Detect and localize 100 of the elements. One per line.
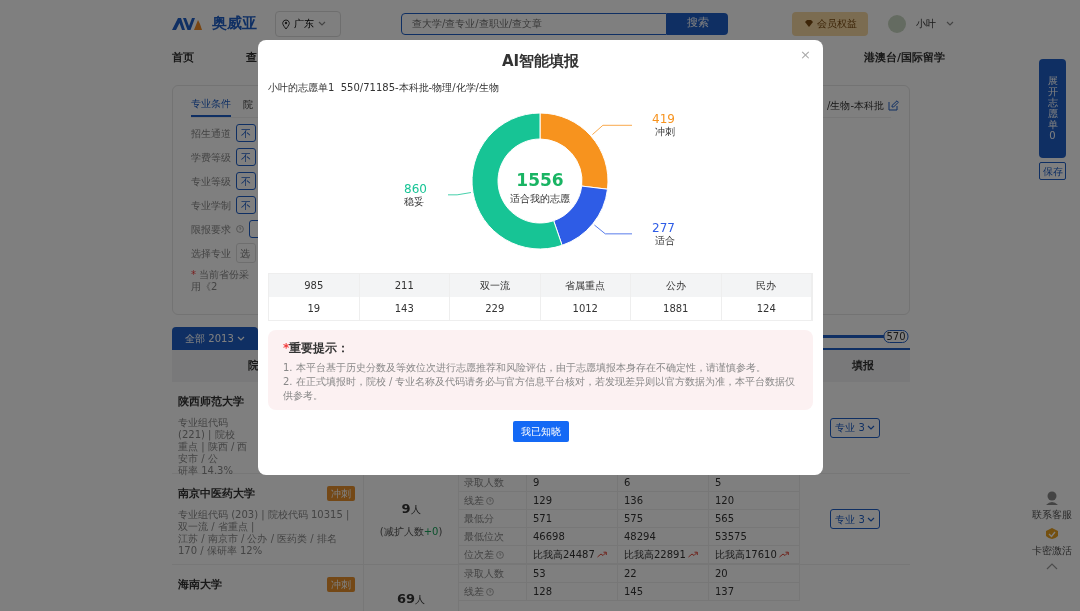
person-icon <box>1045 490 1059 505</box>
slider-thumb[interactable]: 570 <box>883 330 909 343</box>
badge-check-icon <box>1045 527 1059 541</box>
location-dropdown[interactable]: 广东 <box>275 10 341 37</box>
filter-tab[interactable]: 专业条件 <box>191 92 231 117</box>
stat-value: 129 <box>533 494 553 508</box>
column-header: 填报 <box>852 357 874 374</box>
location-pin-icon <box>282 18 290 29</box>
stat-value: 比我高22891 <box>624 548 686 562</box>
major-select-field[interactable]: 选 <box>236 243 256 263</box>
table-cell: 229 <box>450 297 541 320</box>
notice-text: 1. 本平台基于历史分数及等效位次进行志愿推荐和风险评估，由于志愿填报本身存在不确定性，请谨慎参考。 <box>283 361 767 375</box>
filter-tab[interactable]: 院 <box>243 93 253 116</box>
stat-value: 145 <box>624 585 644 599</box>
plan-change: (减扩人数+0) <box>379 525 443 540</box>
column-header: 双一流 <box>450 274 541 297</box>
chevron-icon <box>318 20 326 27</box>
major-button[interactable]: 专业 3 <box>830 417 880 438</box>
stat-value: 128 <box>533 585 553 599</box>
leader-line <box>447 192 472 196</box>
stat-value: 565 <box>715 512 735 526</box>
filter-option-button[interactable]: 不 <box>236 196 256 214</box>
stat-value: 137 <box>715 585 735 599</box>
stat-value: 48294 <box>624 530 656 544</box>
column-header: 公办 <box>631 274 722 297</box>
column-header: 省属重点 <box>540 274 631 297</box>
leader-line <box>594 224 633 235</box>
profile-summary: /生物-本科批 <box>827 99 884 113</box>
side-tool[interactable]: 联系客服 <box>1032 490 1072 522</box>
category-label: 适合 <box>655 234 675 246</box>
nav-link[interactable]: 查 <box>246 50 257 67</box>
trend-up-icon <box>596 551 607 558</box>
save-button[interactable]: 保存 <box>1039 162 1066 180</box>
leader-line <box>592 124 633 135</box>
edit-icon <box>888 100 899 111</box>
nav-link[interactable]: 首页 <box>172 50 194 67</box>
expand-list-button[interactable]: 展开志愿单0 <box>1039 59 1066 158</box>
side-tool[interactable]: 卡密激活 <box>1032 527 1072 558</box>
column-header: 民办 <box>721 274 812 297</box>
stat-value: 136 <box>624 494 644 508</box>
plan-count: 9人 <box>401 499 421 518</box>
column-header: 211 <box>359 274 450 297</box>
risk-tag: 冲刺 <box>327 577 355 592</box>
close-button[interactable]: × <box>800 48 811 61</box>
column-header: 985 <box>269 274 360 297</box>
nav-link[interactable]: 港澳台/国际留学 <box>864 50 946 67</box>
chevron-icon <box>866 515 875 523</box>
data-label: 277 <box>652 220 675 235</box>
modal-title: AI智能填报 <box>501 52 580 70</box>
stat-value: 571 <box>533 512 553 526</box>
stat-value: 575 <box>624 512 644 526</box>
stat-value: 20 <box>715 567 728 581</box>
table-cell: 1012 <box>540 297 631 320</box>
notice-title: *重要提示： <box>283 340 350 357</box>
user-name[interactable]: 小叶 <box>916 16 936 31</box>
filter-option-button[interactable]: 不 <box>236 148 256 166</box>
logo-text: 奥威亚 <box>212 13 257 35</box>
stat-value: 120 <box>715 494 735 508</box>
table-cell: 124 <box>721 297 812 320</box>
chevron-icon <box>866 424 875 431</box>
trend-up-icon <box>687 551 698 558</box>
filter-option-button[interactable]: 不 <box>236 124 256 142</box>
table-cell: 1881 <box>631 297 722 320</box>
plan-count: 69人 <box>396 590 426 608</box>
stat-value: 6 <box>624 476 631 490</box>
member-button[interactable]: 会员权益 <box>792 11 868 36</box>
major-button[interactable]: 专业 3 <box>830 509 880 529</box>
stat-value: 46698 <box>533 530 565 544</box>
filter-option-button[interactable]: 不 <box>236 172 256 190</box>
stat-value: 53575 <box>715 530 747 544</box>
risk-tag: 冲刺 <box>327 486 355 501</box>
category-label: 稳妥 <box>404 195 424 207</box>
scroll-top-icon <box>1046 563 1058 570</box>
school-name[interactable]: 海南大学 <box>178 577 222 594</box>
stat-value: 53 <box>533 567 546 581</box>
stat-value: 22 <box>624 567 637 581</box>
list-tab[interactable]: 全部 2013 <box>172 327 258 349</box>
chevron-icon <box>946 20 954 27</box>
diamond-icon <box>803 19 814 28</box>
avatar[interactable] <box>888 14 906 33</box>
trend-up-icon <box>778 551 789 558</box>
logo-icon <box>172 16 202 31</box>
plan-summary: 小叶的志愿单1 550/71185-本科批-物理/化学/生物 <box>268 81 499 95</box>
column-header: 院 <box>248 357 259 374</box>
school-name[interactable]: 陕西师范大学 <box>178 394 244 411</box>
stat-value: 比我高24487 <box>533 548 595 562</box>
school-name[interactable]: 南京中医药大学 <box>178 486 255 503</box>
data-label: 419 <box>652 112 675 127</box>
total-count: 1556 <box>516 170 564 190</box>
table-cell: 143 <box>359 297 450 320</box>
notice-text: 2. 在正式填报时，院校 / 专业名称及代码请务必与官方信息平台核对，若发现差异则以官方数据为准，本平台数据仅供参考。 <box>283 375 797 403</box>
stat-value: 5 <box>715 476 722 490</box>
stat-value: 比我高17610 <box>715 548 777 562</box>
search-button[interactable]: 搜索 <box>667 12 728 35</box>
table-cell: 19 <box>269 297 360 320</box>
category-label: 冲刺 <box>655 126 675 138</box>
data-label: 860 <box>404 181 427 196</box>
confirm-button[interactable]: 我已知晓 <box>512 421 569 442</box>
chevron-icon <box>236 334 245 342</box>
stat-value: 9 <box>533 476 540 490</box>
